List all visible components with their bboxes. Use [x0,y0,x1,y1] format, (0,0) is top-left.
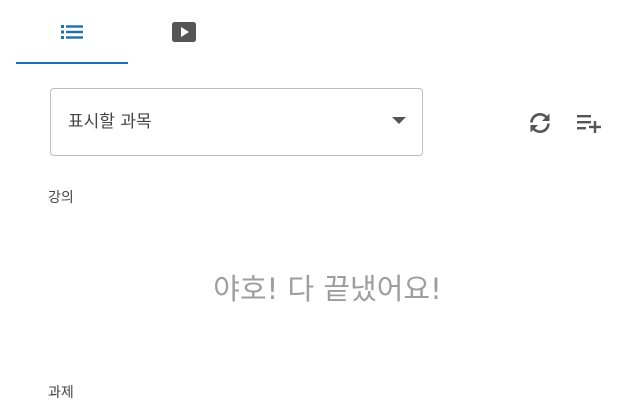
assignments-section-title: 과제 [48,385,74,401]
refresh-icon [527,111,553,135]
tab-list[interactable] [16,0,128,64]
refresh-button[interactable] [522,105,558,141]
active-tab-indicator [16,62,128,64]
course-select-value: 표시할 과목 [68,112,152,132]
playlist-add-icon [577,113,603,133]
tab-bar [0,0,640,66]
dropdown-caret-icon [392,117,406,124]
add-to-list-button[interactable] [572,105,608,141]
course-select[interactable]: 표시할 과목 [50,88,423,156]
play-icon [172,22,196,42]
list-icon [61,24,83,40]
tab-video[interactable] [128,0,240,64]
lectures-empty-message: 야호! 다 끝냈어요! [213,272,442,306]
lectures-section-title: 강의 [48,190,74,206]
